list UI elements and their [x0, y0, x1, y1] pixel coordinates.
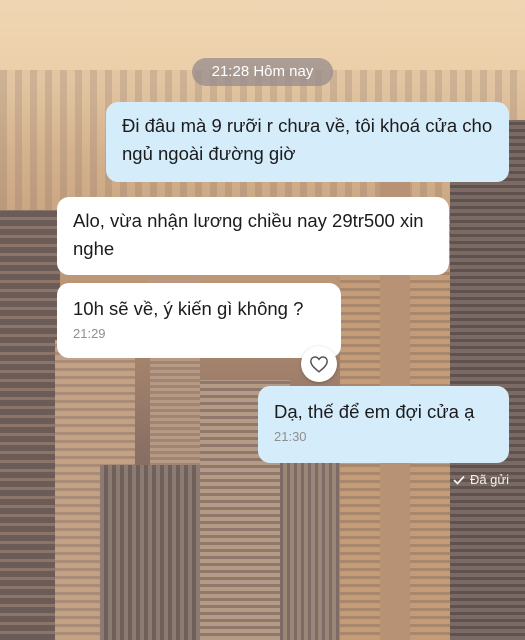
heart-icon	[310, 356, 328, 373]
date-separator: 21:28 Hôm nay	[192, 58, 333, 86]
message-text: Alo, vừa nhận lương chiều nay 29tr500 xi…	[73, 210, 424, 259]
message-timestamp: 21:30	[274, 429, 307, 444]
building	[100, 465, 210, 640]
message-timestamp: 21:29	[73, 326, 106, 341]
message-bubble-incoming[interactable]: 10h sẽ về, ý kiến gì không ? 21:29	[57, 283, 341, 358]
building	[0, 210, 60, 640]
message-text: 10h sẽ về, ý kiến gì không ?	[73, 298, 304, 319]
message-status: Đã gửi	[453, 472, 509, 487]
reaction-button[interactable]	[301, 346, 337, 382]
message-bubble-outgoing[interactable]: Đi đâu mà 9 rưỡi r chưa về, tôi khoá cửa…	[106, 102, 509, 182]
message-text: Đi đâu mà 9 rưỡi r chưa về, tôi khoá cửa…	[122, 115, 493, 164]
message-bubble-incoming[interactable]: Alo, vừa nhận lương chiều nay 29tr500 xi…	[57, 197, 449, 275]
check-icon	[453, 475, 465, 485]
status-label: Đã gửi	[469, 472, 509, 487]
building	[450, 120, 525, 640]
message-text: Dạ, thế để em đợi cửa ạ	[274, 401, 475, 422]
message-bubble-outgoing[interactable]: Dạ, thế để em đợi cửa ạ 21:30	[258, 386, 509, 463]
